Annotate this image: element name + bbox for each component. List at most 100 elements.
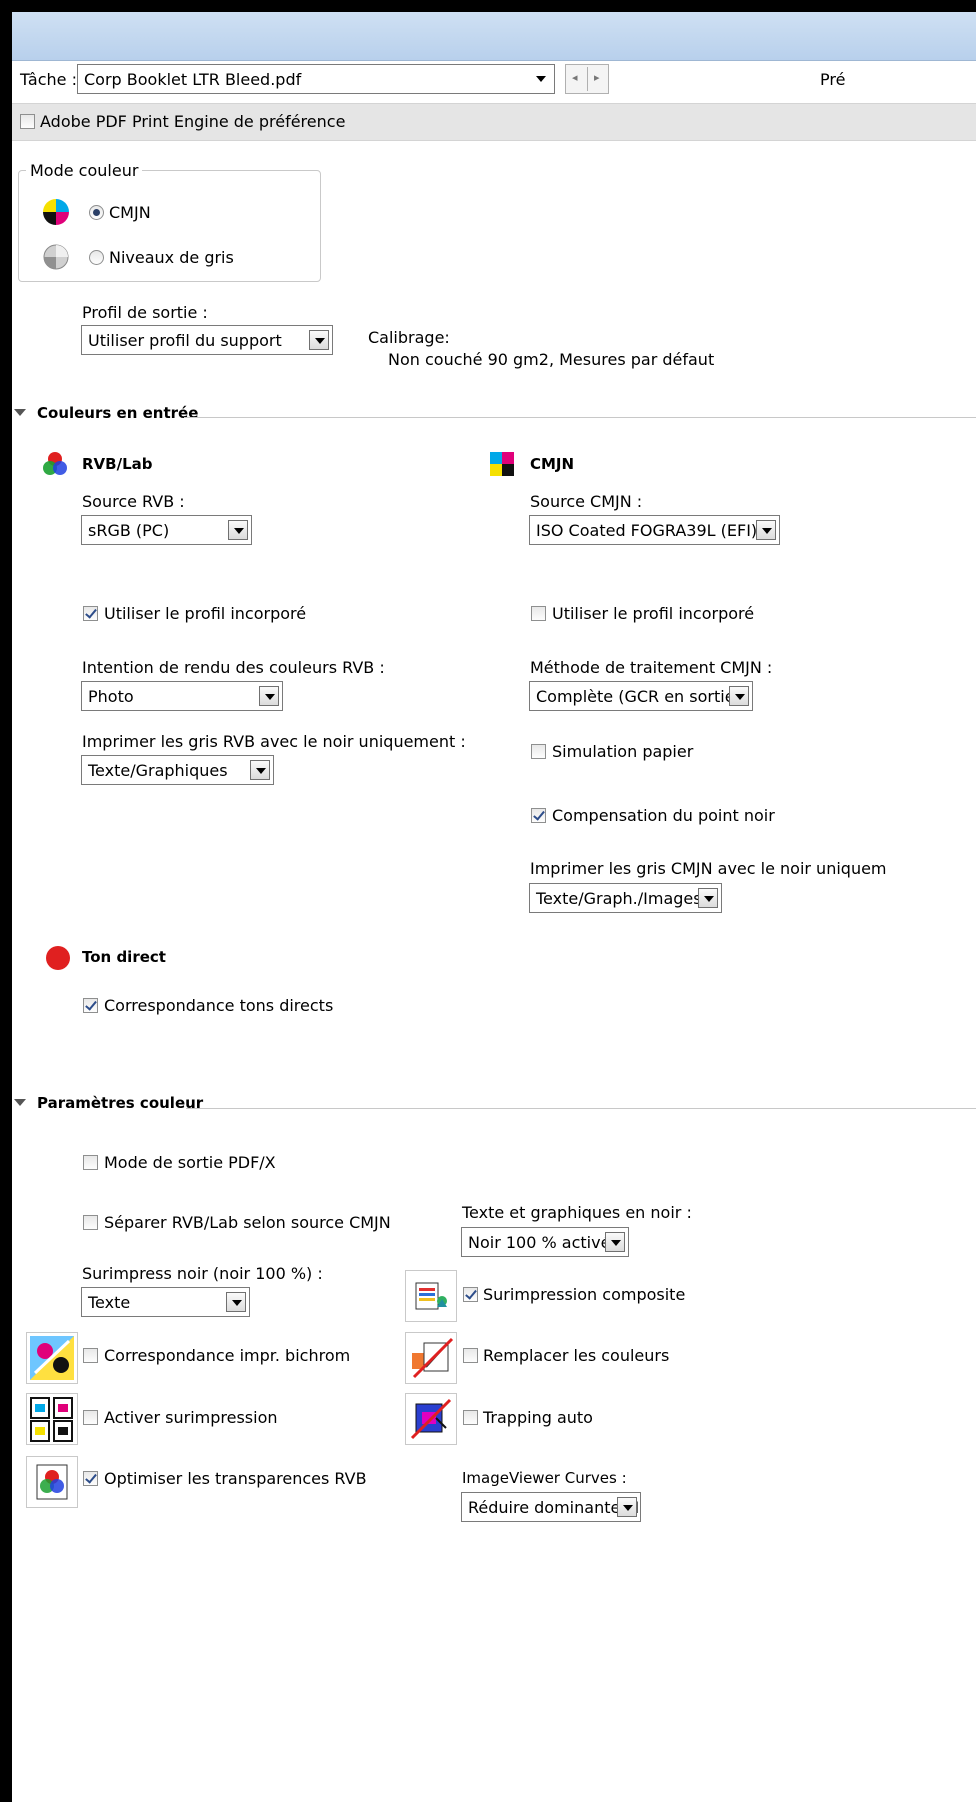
chevron-down-icon — [259, 686, 279, 706]
spot-color-icon — [46, 946, 70, 970]
optimize-transparency-icon — [26, 1456, 78, 1508]
cmyk-source-label: Source CMJN : — [530, 492, 643, 511]
chevron-down-icon — [617, 1497, 637, 1517]
chevron-down-icon — [309, 330, 329, 350]
two-color-print-icon — [26, 1332, 78, 1384]
overprint-black-select[interactable]: Texte — [81, 1287, 250, 1317]
collapse-triangle-icon[interactable] — [14, 409, 26, 416]
rgb-intent-select[interactable]: Photo — [81, 681, 283, 711]
separate-checkbox[interactable] — [83, 1215, 98, 1230]
task-label: Tâche : — [20, 70, 77, 89]
replace-colors-checkbox[interactable] — [463, 1348, 478, 1363]
engine-checkbox[interactable] — [20, 114, 35, 129]
text-black-value: Noir 100 % activé — [468, 1233, 611, 1252]
section-divider — [184, 417, 976, 418]
cmyk-radio[interactable] — [89, 205, 104, 220]
composite-overprint-checkbox[interactable] — [463, 1287, 478, 1302]
window-left-border — [0, 0, 12, 1802]
rgb-gray-select[interactable]: Texte/Graphiques — [81, 755, 274, 785]
input-colors-section-title: Couleurs en entrée — [37, 404, 199, 422]
chevron-down-icon — [250, 760, 270, 780]
prev-arrow-icon[interactable]: ◂ — [572, 71, 578, 84]
output-profile-label: Profil de sortie : — [82, 303, 208, 322]
separate-label: Séparer RVB/Lab selon source CMJN — [104, 1213, 391, 1232]
paper-simulation-checkbox[interactable] — [531, 744, 546, 759]
text-black-select[interactable]: Noir 100 % activé — [461, 1227, 629, 1257]
section-divider — [186, 1108, 976, 1109]
cmyk-source-value: ISO Coated FOGRA39L (EFI) — [536, 521, 758, 540]
overprint-black-label: Surimpress noir (noir 100 %) : — [82, 1264, 323, 1283]
auto-trapping-icon — [405, 1393, 457, 1445]
chevron-down-icon — [756, 520, 776, 540]
cmyk-gray-select[interactable]: Texte/Graph./Images — [529, 883, 722, 913]
nav-divider — [587, 67, 588, 91]
chevron-down-icon — [729, 686, 749, 706]
spot-match-checkbox[interactable] — [83, 998, 98, 1013]
chevron-down-icon — [228, 520, 248, 540]
composite-overprint-label: Surimpression composite — [483, 1285, 686, 1304]
rgb-embedded-checkbox[interactable] — [83, 606, 98, 621]
engine-label: Adobe PDF Print Engine de préférence — [40, 112, 346, 131]
two-color-checkbox[interactable] — [83, 1348, 98, 1363]
cmyk-source-select[interactable]: ISO Coated FOGRA39L (EFI) — [529, 515, 780, 545]
color-mode-legend: Mode couleur — [26, 161, 143, 180]
chevron-down-icon — [226, 1292, 246, 1312]
pdfx-checkbox[interactable] — [83, 1155, 98, 1170]
cmyk-gray-value: Texte/Graph./Images — [536, 889, 702, 908]
rgb-intent-label: Intention de rendu des couleurs RVB : — [82, 658, 385, 677]
chevron-down-icon — [531, 69, 551, 89]
next-arrow-icon[interactable]: ▸ — [594, 71, 600, 84]
replace-colors-icon — [405, 1332, 457, 1384]
cmyk-wheel-icon — [43, 199, 69, 225]
enable-overprint-label: Activer surimpression — [104, 1408, 278, 1427]
paper-simulation-label: Simulation papier — [552, 742, 694, 761]
rgb-gray-value: Texte/Graphiques — [88, 761, 228, 780]
black-point-checkbox[interactable] — [531, 808, 546, 823]
rgb-source-value: sRGB (PC) — [88, 521, 170, 540]
cmyk-method-label: Méthode de traitement CMJN : — [530, 658, 773, 677]
calibration-value: Non couché 90 gm2, Mesures par défaut — [388, 350, 715, 369]
task-nav-buttons: ◂ ▸ — [565, 64, 609, 94]
chevron-down-icon — [605, 1232, 625, 1252]
cmyk-method-select[interactable]: Complète (GCR en sortie) — [529, 681, 753, 711]
cmyk-gray-label: Imprimer les gris CMJN avec le noir uniq… — [530, 859, 887, 878]
window-top-border — [0, 0, 976, 12]
output-profile-select[interactable]: Utiliser profil du support — [81, 325, 333, 355]
cmyk-radio-label: CMJN — [109, 203, 151, 222]
rgb-section-title: RVB/Lab — [82, 455, 153, 473]
output-profile-value: Utiliser profil du support — [88, 331, 282, 350]
color-params-section-title: Paramètres couleur — [37, 1094, 204, 1112]
rgb-source-select[interactable]: sRGB (PC) — [81, 515, 252, 545]
curves-label: ImageViewer Curves : — [462, 1469, 627, 1487]
overprint-black-value: Texte — [88, 1293, 131, 1312]
grayscale-radio-label: Niveaux de gris — [109, 248, 234, 267]
spot-match-label: Correspondance tons directs — [104, 996, 334, 1015]
rgb-gray-label: Imprimer les gris RVB avec le noir uniqu… — [82, 732, 466, 751]
two-color-label: Correspondance impr. bichrom — [104, 1346, 351, 1365]
collapse-triangle-icon[interactable] — [14, 1099, 26, 1106]
grayscale-wheel-icon — [43, 244, 69, 270]
rgb-source-label: Source RVB : — [82, 492, 185, 511]
auto-trapping-label: Trapping auto — [483, 1408, 593, 1427]
optimize-transparency-checkbox[interactable] — [83, 1471, 98, 1486]
enable-overprint-checkbox[interactable] — [83, 1410, 98, 1425]
task-select-value: Corp Booklet LTR Bleed.pdf — [84, 70, 302, 89]
curves-select[interactable]: Réduire dominante M — [461, 1492, 641, 1522]
cmyk-method-value: Complète (GCR en sortie) — [536, 687, 741, 706]
rgb-intent-value: Photo — [88, 687, 134, 706]
grayscale-radio[interactable] — [89, 250, 104, 265]
pdfx-label: Mode de sortie PDF/X — [104, 1153, 276, 1172]
chevron-down-icon — [698, 888, 718, 908]
task-select[interactable]: Corp Booklet LTR Bleed.pdf — [77, 64, 555, 94]
black-point-label: Compensation du point noir — [552, 806, 775, 825]
composite-overprint-icon — [405, 1270, 457, 1322]
rgb-embedded-label: Utiliser le profil incorporé — [104, 604, 307, 623]
right-cut-label: Pré — [820, 70, 846, 89]
cmyk-embedded-label: Utiliser le profil incorporé — [552, 604, 755, 623]
replace-colors-label: Remplacer les couleurs — [483, 1346, 670, 1365]
auto-trapping-checkbox[interactable] — [463, 1410, 478, 1425]
window: Tâche : Corp Booklet LTR Bleed.pdf ◂ ▸ P… — [0, 0, 976, 1802]
cmyk-embedded-checkbox[interactable] — [531, 606, 546, 621]
spot-section-title: Ton direct — [82, 948, 166, 966]
title-bar — [12, 12, 976, 61]
